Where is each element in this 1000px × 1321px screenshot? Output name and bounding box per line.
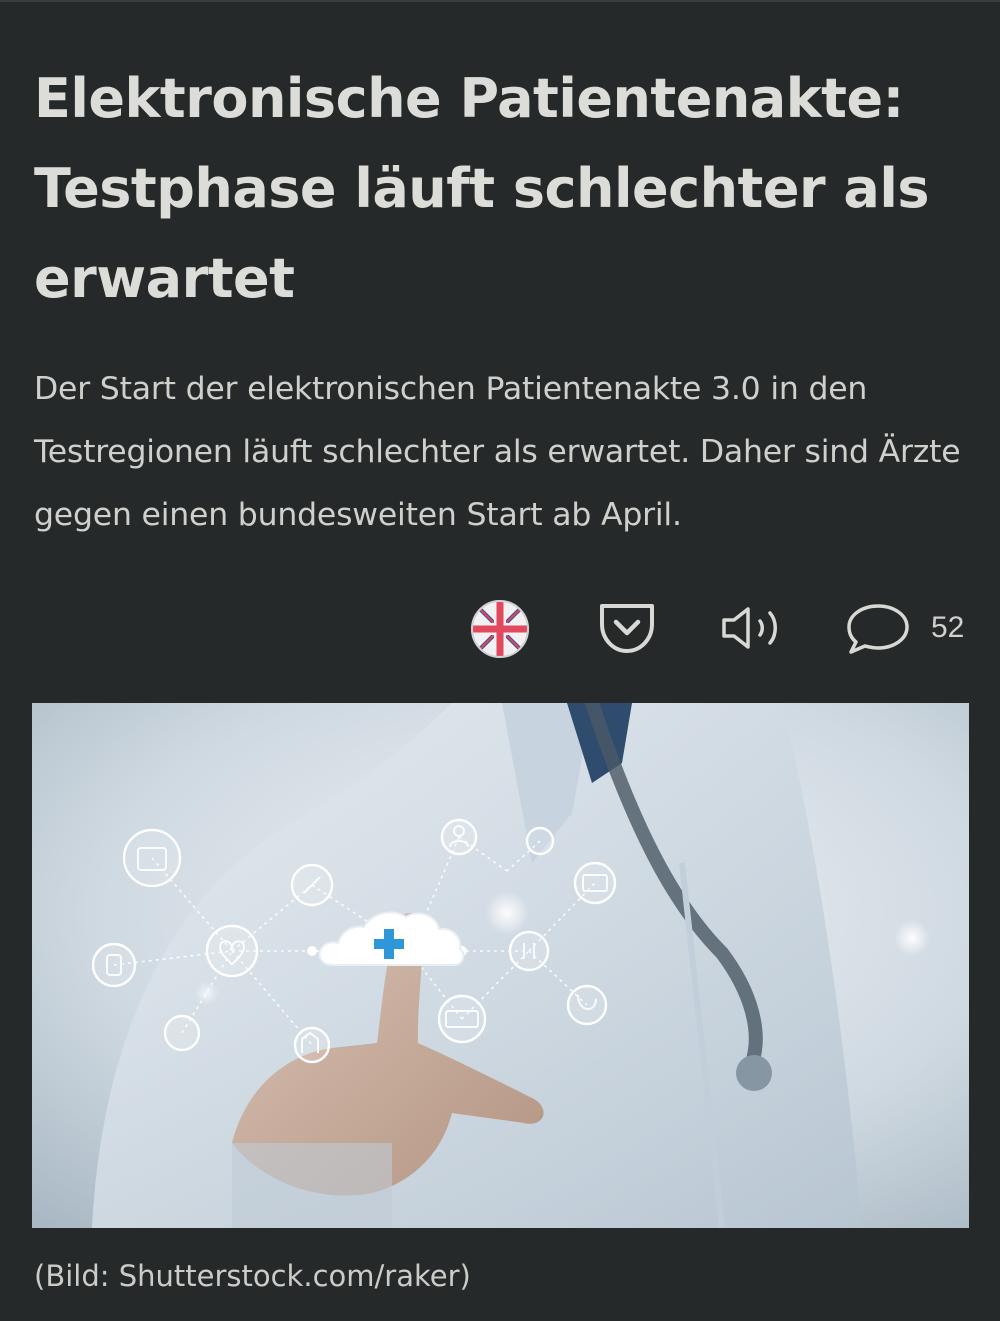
speech-bubble-icon (847, 604, 909, 654)
read-aloud-button[interactable] (718, 602, 790, 654)
union-jack-flag-icon (471, 600, 529, 658)
image-caption: (Bild: Shutterstock.com/raker) (34, 1259, 471, 1293)
article-page: Elektronische Patientenakte: Testphase l… (0, 0, 1000, 1321)
speaker-icon (722, 607, 777, 649)
pocket-icon (600, 604, 654, 653)
doctor-digital-health-illustration (32, 703, 969, 1228)
save-to-pocket-button[interactable] (596, 600, 658, 656)
article-image[interactable] (32, 703, 969, 1228)
comments-button[interactable]: 52 (845, 600, 973, 656)
comment-count: 52 (931, 611, 965, 644)
article-teaser: Der Start der elektronischen Patientenak… (34, 371, 961, 533)
article-actions-bar: 52 (0, 598, 1000, 662)
english-version-button[interactable] (470, 599, 530, 659)
article-title[interactable]: Elektronische Patientenakte: Testphase l… (34, 54, 974, 324)
